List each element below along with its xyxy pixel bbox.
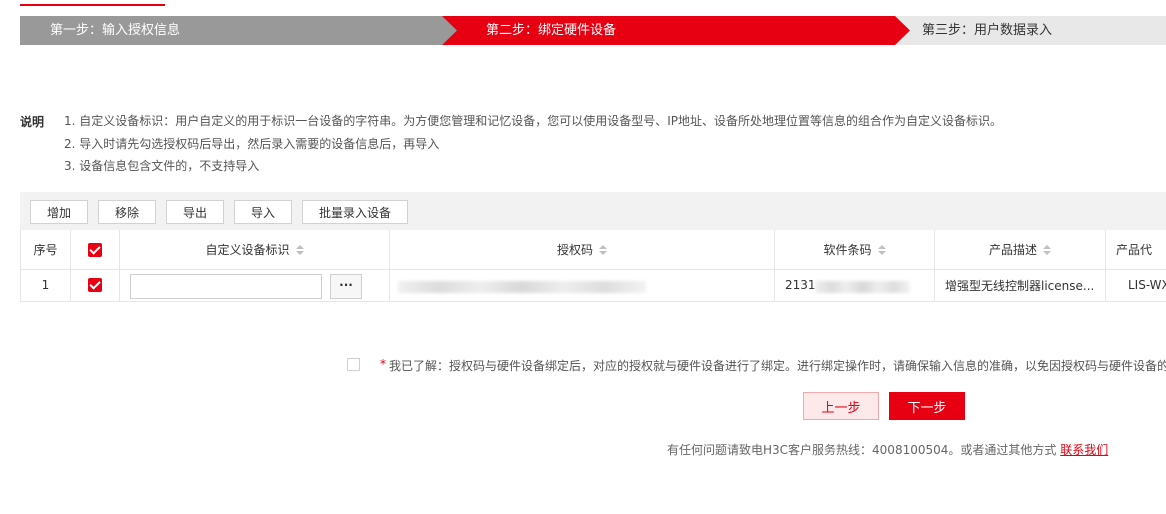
agreement-text: 我已了解：授权码与硬件设备绑定后，对应的授权就与硬件设备进行了绑定。进行绑定操作… <box>389 359 1166 373</box>
import-button[interactable]: 导入 <box>234 200 292 224</box>
instructions-list: 1. 自定义设备标识：用户自定义的用于标识一台设备的字符串。为方便您管理和记忆设… <box>64 110 1002 178</box>
remove-button[interactable]: 移除 <box>98 200 156 224</box>
column-header-product-desc[interactable]: 产品描述 <box>934 230 1106 270</box>
barcode-cell: 2131 <box>774 269 935 302</box>
next-step-button[interactable]: 下一步 <box>889 392 965 420</box>
instruction-item: 2. 导入时请先勾选授权码后导出，然后录入需要的设备信息后，再导入 <box>64 136 440 151</box>
export-button[interactable]: 导出 <box>166 200 224 224</box>
sort-icon[interactable] <box>599 245 607 256</box>
redacted-block <box>398 280 646 293</box>
column-header-product-code[interactable]: 产品代 <box>1105 230 1166 270</box>
add-button[interactable]: 增加 <box>30 200 88 224</box>
step-progress: 第一步：输入授权信息 第三步：用户数据录入 第二步：绑定硬件设备 <box>20 16 1166 45</box>
row-select-cell[interactable] <box>70 269 120 302</box>
select-all-checkbox[interactable] <box>88 242 102 257</box>
table-header-row: 序号 自定义设备标识 授权码 软件条码 产品描述 产品代 <box>20 230 1166 270</box>
redacted-block <box>815 280 910 293</box>
step-2-active: 第二步：绑定硬件设备 <box>442 16 910 45</box>
column-header-device-id[interactable]: 自定义设备标识 <box>119 230 390 270</box>
instructions-title: 说明 <box>20 115 45 129</box>
agreement: * 我已了解：授权码与硬件设备绑定后，对应的授权就与硬件设备进行了绑定。进行绑定… <box>347 357 1166 373</box>
more-button[interactable]: ··· <box>330 273 362 299</box>
barcode-value: 2131 <box>785 278 816 292</box>
sort-icon[interactable] <box>1043 245 1051 256</box>
column-header-select-all[interactable] <box>70 230 120 270</box>
device-table: 序号 自定义设备标识 授权码 软件条码 产品描述 产品代 1 ··· 2131 … <box>20 230 1166 302</box>
auth-code-cell <box>389 269 775 302</box>
product-desc-cell: 增强型无线控制器license... <box>934 269 1106 302</box>
prev-step-button[interactable]: 上一步 <box>803 392 879 420</box>
table-row: 1 ··· 2131 增强型无线控制器license... LIS-WX <box>20 269 1166 302</box>
instruction-item: 1. 自定义设备标识：用户自定义的用于标识一台设备的字符串。为方便您管理和记忆设… <box>64 114 1003 128</box>
column-header-index: 序号 <box>20 230 71 270</box>
step-1: 第一步：输入授权信息 <box>20 16 460 45</box>
top-accent-line <box>20 4 165 6</box>
sort-icon[interactable] <box>295 245 304 256</box>
batch-entry-button[interactable]: 批量录入设备 <box>302 200 408 224</box>
table-toolbar: 增加 移除 导出 导入 批量录入设备 <box>20 192 1166 230</box>
support-footer: 有任何问题请致电H3C客户服务热线：4008100504。或者通过其他方式 联系… <box>667 441 1108 458</box>
step-3: 第三步：用户数据录入 <box>892 16 1166 45</box>
column-header-auth-code[interactable]: 授权码 <box>389 230 775 270</box>
contact-us-link[interactable]: 联系我们 <box>1060 443 1108 457</box>
column-header-barcode[interactable]: 软件条码 <box>774 230 935 270</box>
product-code-cell: LIS-WX <box>1105 269 1166 302</box>
device-id-input[interactable] <box>130 273 322 299</box>
row-checkbox[interactable] <box>88 278 102 293</box>
support-text: 有任何问题请致电H3C客户服务热线：4008100504。或者通过其他方式 <box>667 443 1061 457</box>
required-mark: * <box>380 357 386 371</box>
sort-icon[interactable] <box>877 245 886 256</box>
device-id-cell: ··· <box>119 269 390 302</box>
agreement-checkbox[interactable] <box>347 358 360 371</box>
row-index: 1 <box>20 269 71 302</box>
instruction-item: 3. 设备信息包含文件的，不支持导入 <box>64 159 260 173</box>
